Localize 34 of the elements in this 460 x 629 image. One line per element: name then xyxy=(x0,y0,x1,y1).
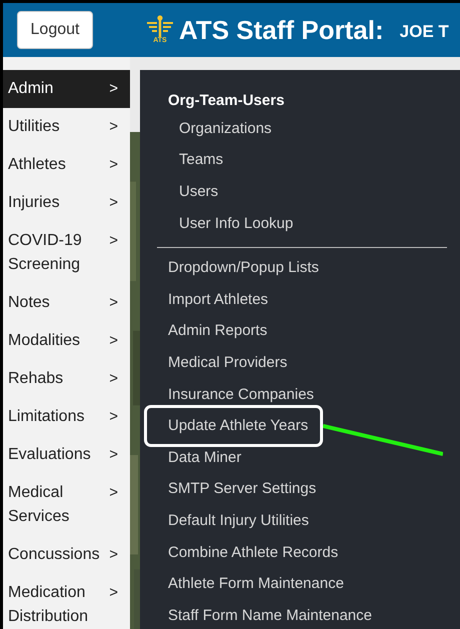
menu-item[interactable]: Update Athlete Years xyxy=(168,410,308,442)
menu-item[interactable]: Medical Providers xyxy=(168,347,288,379)
menu-item[interactable]: Default Injury Utilities xyxy=(168,505,309,537)
menu-item[interactable]: Organizations xyxy=(168,113,272,145)
menu-item[interactable]: Data Miner xyxy=(168,442,242,474)
menu-item[interactable]: Users xyxy=(168,176,218,208)
sidebar-item[interactable]: Modalities > xyxy=(3,322,130,360)
sidebar-item[interactable]: Admin > xyxy=(3,70,130,108)
sidebar-item[interactable]: Evaluations > xyxy=(3,436,130,474)
sidebar-item[interactable]: Athletes > xyxy=(3,146,130,184)
sidebar-item[interactable]: Utilities > xyxy=(3,108,130,146)
menu-item[interactable]: Staff Form Name Maintenance xyxy=(168,600,372,629)
portal-title: ATS Staff Portal: xyxy=(179,14,384,46)
sidebar-item[interactable]: Medication Distribution > xyxy=(3,574,130,629)
sidebar-item[interactable]: COVID-19 Screening > xyxy=(3,222,130,284)
sidebar-item[interactable]: Injuries > xyxy=(3,184,130,222)
sidebar-item[interactable]: Rehabs > xyxy=(3,360,130,398)
sidebar-item[interactable]: Concussions > xyxy=(3,536,130,574)
menu-item[interactable]: SMTP Server Settings xyxy=(168,474,316,506)
menu-item[interactable]: Combine Athlete Records xyxy=(168,536,338,568)
menu-section-title: Org-Team-Users xyxy=(168,91,286,111)
user-name: JOE T xyxy=(400,22,449,42)
menu-item[interactable]: Import Athletes xyxy=(168,284,268,316)
menu-item[interactable]: Dropdown/Popup Lists xyxy=(168,252,319,284)
sidebar-item[interactable]: Limitations > xyxy=(3,398,130,436)
menu-item[interactable]: Insurance Companies xyxy=(168,378,314,410)
sidebar-item[interactable]: Medical Services > xyxy=(3,474,130,536)
menu-item[interactable]: Athlete Form Maintenance xyxy=(168,568,344,600)
sidebar-item[interactable]: Notes > xyxy=(3,284,130,322)
caduceus-icon xyxy=(146,15,174,37)
logout-button[interactable]: Logout xyxy=(17,11,93,49)
menu-item[interactable]: Admin Reports xyxy=(168,316,268,348)
menu-item[interactable]: Teams xyxy=(168,144,224,176)
menu-item[interactable]: User Info Lookup xyxy=(168,208,294,240)
